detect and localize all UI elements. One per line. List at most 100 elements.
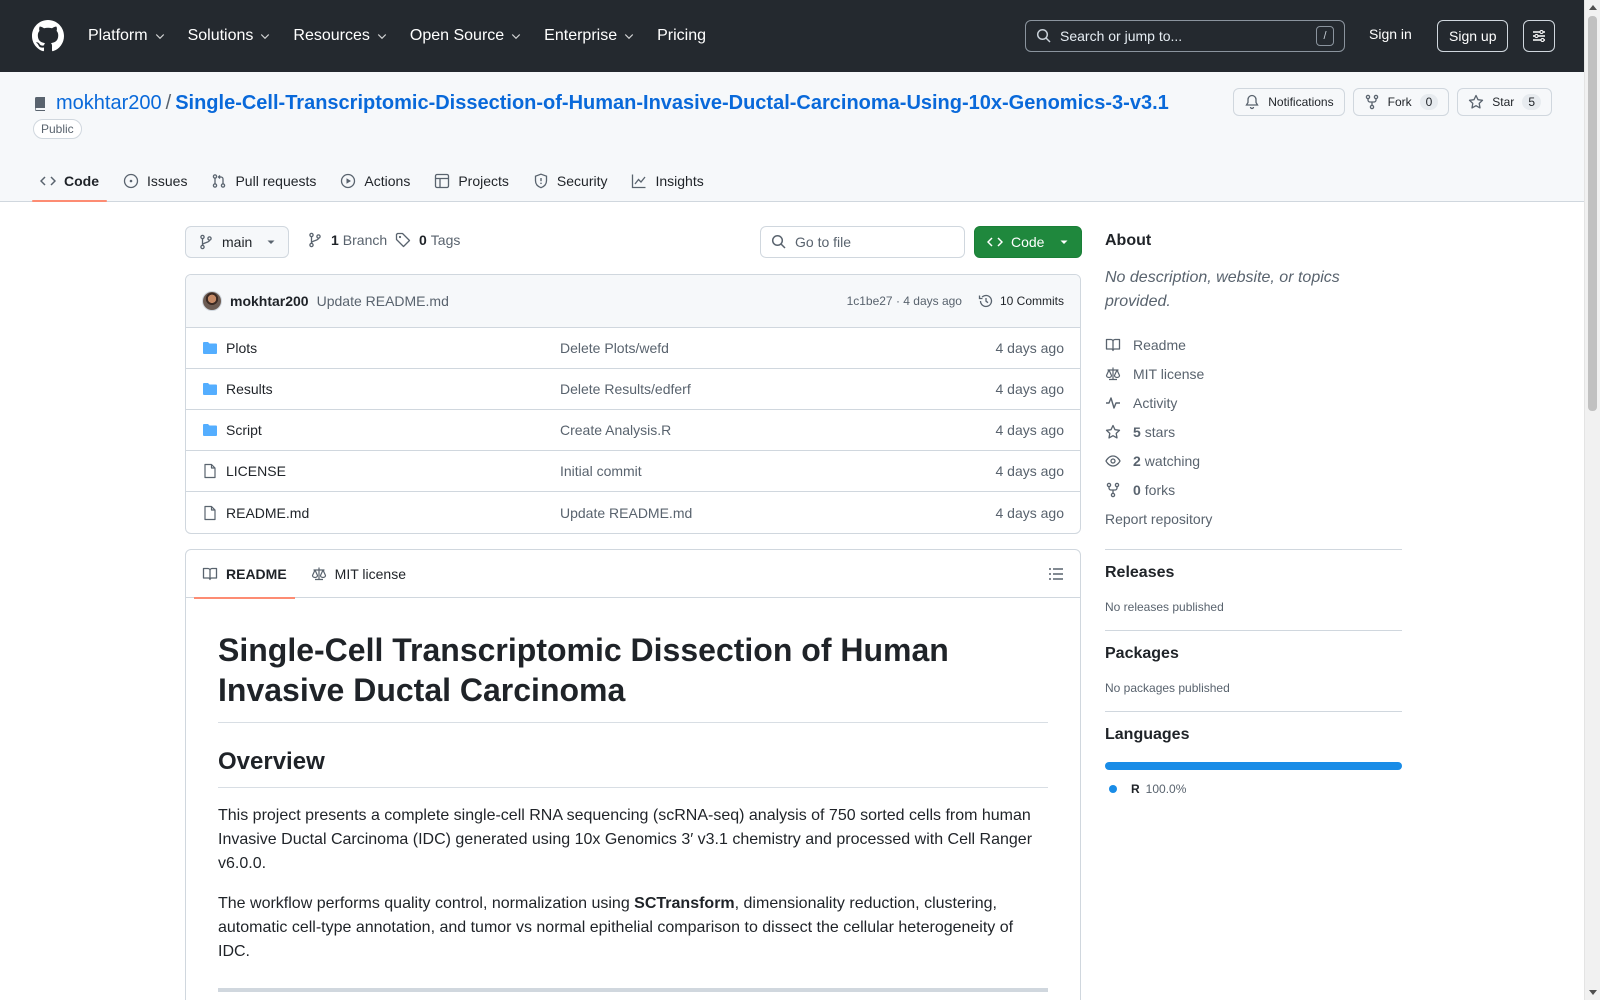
horizontal-rule xyxy=(218,988,1048,992)
file-table: mokhtar200 Update README.md 1c1be27 · 4 … xyxy=(185,274,1081,534)
branch-icon xyxy=(200,234,212,250)
tab-readme[interactable]: README xyxy=(194,550,295,599)
file-name-link[interactable]: Results xyxy=(226,381,273,397)
language-bar xyxy=(1105,762,1402,770)
file-commit-message[interactable]: Delete Plots/wefd xyxy=(560,340,669,356)
file-name-link[interactable]: Script xyxy=(226,422,262,438)
table-row: README.md Update README.md 4 days ago xyxy=(186,492,1080,533)
sidebar-item-label: forks xyxy=(1144,481,1176,498)
page-scrollbar[interactable] xyxy=(1584,0,1600,1000)
language-item[interactable]: R 100.0% xyxy=(1109,782,1402,796)
go-to-file-input[interactable]: Go to file xyxy=(760,226,965,258)
file-name-link[interactable]: LICENSE xyxy=(226,463,286,479)
about-description: No description, website, or topics provi… xyxy=(1105,269,1340,310)
sidebar-item-readme[interactable]: Readme xyxy=(1105,330,1402,359)
sliders-icon xyxy=(1533,30,1545,42)
branches-link[interactable]: 1 Branch xyxy=(307,232,387,248)
search-input[interactable]: Search or jump to... / xyxy=(1025,20,1345,52)
nav-pricing[interactable]: Pricing xyxy=(657,27,706,45)
graph-icon xyxy=(632,174,646,189)
pulse-icon xyxy=(1106,396,1120,409)
tags-link[interactable]: 0 Tags xyxy=(395,232,460,248)
branch-selector[interactable]: main xyxy=(185,226,289,258)
play-icon xyxy=(341,173,356,189)
tab-license[interactable]: MIT license xyxy=(303,550,414,598)
file-name-link[interactable]: README.md xyxy=(226,505,309,521)
nav-label: Pricing xyxy=(657,27,706,44)
notifications-button[interactable]: Notifications xyxy=(1233,88,1345,116)
commits-history-link[interactable]: 10 Commits xyxy=(978,293,1064,309)
nav-open-source[interactable]: Open Source xyxy=(410,27,522,45)
nav-resources[interactable]: Resources xyxy=(293,27,387,45)
packages-heading[interactable]: Packages xyxy=(1105,645,1402,663)
languages-section: Languages R 100.0% xyxy=(1105,711,1402,796)
tab-label: Security xyxy=(556,173,608,189)
file-name-link[interactable]: Plots xyxy=(226,340,257,356)
table-row: Plots Delete Plots/wefd 4 days ago xyxy=(186,328,1080,369)
sidebar-item-forks[interactable]: 0 forks xyxy=(1105,475,1402,504)
sidebar-item-label: stars xyxy=(1144,423,1176,440)
tab-pull-requests[interactable]: Pull requests xyxy=(203,160,324,202)
sidebar-item-label: Activity xyxy=(1133,394,1178,411)
file-commit-message[interactable]: Create Analysis.R xyxy=(560,422,671,438)
chevron-down-icon xyxy=(261,34,270,40)
tab-code[interactable]: Code xyxy=(32,160,107,202)
code-dropdown-button[interactable]: Code xyxy=(974,226,1082,258)
nav-label: Open Source xyxy=(409,27,505,44)
sign-up-button[interactable]: Sign up xyxy=(1437,20,1509,52)
fork-button[interactable]: Fork 0 xyxy=(1352,88,1450,116)
tab-label: Actions xyxy=(364,173,411,189)
repo-name-link[interactable]: Single-Cell-Transcriptomic-Dissection-of… xyxy=(175,92,1169,115)
file-commit-message[interactable]: Delete Results/edferf xyxy=(560,381,691,397)
star-count: 5 xyxy=(1522,94,1541,110)
releases-heading[interactable]: Releases xyxy=(1105,564,1402,582)
commit-author-link[interactable]: mokhtar200 xyxy=(230,293,309,309)
tab-actions[interactable]: Actions xyxy=(332,160,418,202)
tag-count: 0 xyxy=(419,232,427,248)
about-heading: About xyxy=(1105,232,1152,249)
readme-title: Single-Cell Transcriptomic Dissection of… xyxy=(218,630,1048,723)
code-button-label: Code xyxy=(1011,234,1045,250)
nav-solutions[interactable]: Solutions xyxy=(188,27,272,45)
file-commit-message[interactable]: Initial commit xyxy=(560,463,642,479)
repo-owner-link[interactable]: mokhtar200 xyxy=(56,92,162,115)
scrollbar-thumb[interactable] xyxy=(1588,16,1597,411)
sidebar-item-license[interactable]: MIT license xyxy=(1105,359,1402,388)
scroll-up-arrow-icon[interactable] xyxy=(1589,5,1597,10)
tab-issues[interactable]: Issues xyxy=(115,160,195,202)
sign-in-link[interactable]: Sign in xyxy=(1369,26,1412,42)
list-icon[interactable] xyxy=(1048,566,1064,582)
caret-down-icon xyxy=(267,240,275,244)
commit-meta: 1c1be27 · 4 days ago 10 Commits xyxy=(847,293,1064,309)
sidebar-item-watching[interactable]: 2 watching xyxy=(1105,446,1402,475)
forks-count: 0 xyxy=(1133,481,1141,498)
language-name: R xyxy=(1131,782,1140,796)
eye-icon xyxy=(1105,454,1121,467)
about-list: Readme MIT license Activity 5 stars 2 wa… xyxy=(1105,330,1402,533)
search-icon xyxy=(1036,28,1051,43)
file-commit-message[interactable]: Update README.md xyxy=(560,505,692,521)
scroll-down-arrow-icon[interactable] xyxy=(1589,990,1597,995)
report-repository-link[interactable]: Report repository xyxy=(1105,504,1402,533)
star-button[interactable]: Star 5 xyxy=(1457,88,1552,116)
table-row: Script Create Analysis.R 4 days ago xyxy=(186,410,1080,451)
sidebar-item-activity[interactable]: Activity xyxy=(1105,388,1402,417)
tag-icon xyxy=(395,232,411,248)
readme-panel: README MIT license Single-Cell Transcrip… xyxy=(185,549,1081,1000)
nav-platform[interactable]: Platform xyxy=(88,27,166,45)
commit-hash-age[interactable]: 1c1be27 · 4 days ago xyxy=(847,294,962,308)
github-logo-icon[interactable] xyxy=(32,20,64,52)
avatar[interactable] xyxy=(202,291,222,311)
tab-insights[interactable]: Insights xyxy=(623,160,711,202)
latest-commit-bar: mokhtar200 Update README.md 1c1be27 · 4 … xyxy=(186,275,1080,328)
tab-security[interactable]: Security xyxy=(525,160,616,202)
go-to-file-placeholder: Go to file xyxy=(795,234,852,250)
folder-icon xyxy=(203,342,217,354)
sidebar-item-label: watching xyxy=(1144,452,1201,469)
nav-enterprise[interactable]: Enterprise xyxy=(544,27,635,45)
sidebar-item-stars[interactable]: 5 stars xyxy=(1105,417,1402,446)
commit-message-link[interactable]: Update README.md xyxy=(317,293,449,309)
menu-button[interactable] xyxy=(1523,20,1555,52)
tab-projects[interactable]: Projects xyxy=(426,160,517,202)
overview-paragraph-2: The workflow performs quality control, n… xyxy=(218,892,1048,964)
